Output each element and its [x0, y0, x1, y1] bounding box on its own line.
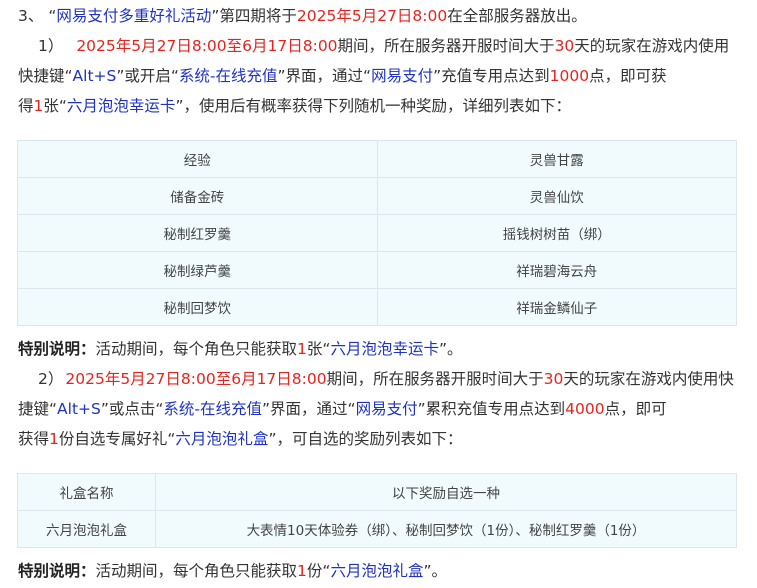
item-name: 六月泡泡幸运卡: [330, 340, 439, 358]
item-1-line-3: 得1张“六月泡泡幸运卡”，使用后有概率获得下列随机一种奖励，详细列表如下：: [18, 95, 571, 117]
table-cell: 摇钱树树苗（绑）: [376, 214, 737, 252]
reward-table: 经验 灵兽甘露 储备金砖 灵兽仙饮 秘制红罗羹 摇钱树树苗（绑） 秘制绿芦羹 祥…: [17, 140, 737, 326]
table-row: 秘制回梦饮 祥瑞金鳞仙子: [17, 288, 737, 326]
payment-name: 网易支付: [371, 67, 434, 85]
text-segment: ”，可自选的奖励列表如下：: [268, 430, 463, 448]
days-value: 30: [543, 370, 564, 388]
table-row: 六月泡泡礼盒 大表情10天体验券（绑）、秘制回梦饮（1份）、秘制红罗羹（1份）: [17, 510, 737, 548]
item-2-line-3: 获得1份自选专属好礼“六月泡泡礼盒”，可自选的奖励列表如下：: [18, 428, 462, 450]
count-value: 1: [297, 340, 307, 358]
table-header-cell: 礼盒名称: [17, 473, 156, 511]
special-note-1: 特别说明：活动期间，每个角色只能获取1张“六月泡泡幸运卡”。: [18, 338, 462, 360]
card-name: 六月泡泡幸运卡: [66, 97, 176, 115]
text-segment: 快捷键“: [18, 67, 73, 85]
text-segment: ”，使用后有概率获得下列随机一种奖励，详细列表如下：: [175, 97, 571, 115]
text-segment: 张“: [43, 97, 67, 115]
event-period: 2025年5月27日8:00至6月17日8:00: [65, 370, 327, 388]
table-cell: 祥瑞金鳞仙子: [376, 288, 737, 326]
event-date: 2025年5月27日8:00: [296, 7, 448, 25]
section-3-heading: 3、 “网易支付多重好礼活动”第四期将于2025年5月27日8:00在全部服务器…: [18, 5, 587, 27]
text-segment: ”或开启“: [116, 67, 179, 85]
table-header-row: 礼盒名称 以下奖励自选一种: [17, 473, 737, 511]
menu-name: 系统-在线充值: [178, 67, 278, 85]
table-cell: 灵兽甘露: [376, 140, 737, 178]
item-2-line-1: 2） 2025年5月27日8:00至6月17日8:00期间，所在服务器开服时间大于…: [38, 368, 734, 390]
text-segment: ”。: [438, 340, 463, 358]
text-segment: 捷键“: [18, 400, 58, 418]
hotkey: Alt+S: [72, 67, 117, 85]
item-2-line-2: 捷键“Alt+S”或点击“系统-在线充值”界面，通过“网易支付”累积充值专用点达…: [18, 398, 667, 420]
text-segment: 天的玩家在游戏内使用: [574, 37, 730, 55]
text-segment: 张“: [306, 340, 331, 358]
count-value: 1: [297, 562, 307, 580]
table-cell: 经验: [17, 140, 378, 178]
text-segment: 点，即可: [604, 400, 667, 418]
text-segment: ”充值专用点达到: [433, 67, 550, 85]
text-segment: 活动期间，每个角色只能获取: [95, 562, 298, 580]
points-value: 1000: [549, 67, 590, 85]
box-name: 六月泡泡礼盒: [175, 430, 269, 448]
count-value: 1: [49, 430, 59, 448]
gift-box-table: 礼盒名称 以下奖励自选一种 六月泡泡礼盒 大表情10天体验券（绑）、秘制回梦饮（…: [17, 473, 737, 548]
text-segment: 活动期间，每个角色只能获取: [95, 340, 298, 358]
event-name: 网易支付多重好礼活动: [56, 7, 212, 25]
payment-name: 网易支付: [355, 400, 418, 418]
item-1-line-2: 快捷键“Alt+S”或开启“系统-在线充值”界面，通过“网易支付”充值专用点达到…: [18, 65, 667, 87]
table-cell: 秘制红罗羹: [17, 214, 378, 252]
table-cell: 大表情10天体验券（绑）、秘制回梦饮（1份）、秘制红罗羹（1份）: [155, 510, 737, 548]
item-number: 1）: [38, 37, 64, 55]
text-segment: 份“: [306, 562, 331, 580]
count-value: 1: [33, 97, 44, 115]
text-segment: 天的玩家在游戏内使用快: [563, 370, 734, 388]
table-header-cell: 以下奖励自选一种: [155, 473, 737, 511]
menu-name: 系统-在线充值: [163, 400, 263, 418]
note-label: 特别说明：: [18, 340, 96, 358]
table-row: 秘制红罗羹 摇钱树树苗（绑）: [17, 214, 737, 252]
table-row: 秘制绿芦羹 祥瑞碧海云舟: [17, 251, 737, 289]
text-segment: ”累积充值专用点达到: [417, 400, 566, 418]
text-segment: 在全部服务器放出。: [447, 7, 587, 25]
announcement-page: 3、 “网易支付多重好礼活动”第四期将于2025年5月27日8:00在全部服务器…: [0, 0, 757, 588]
table-cell: 秘制绿芦羹: [17, 251, 378, 289]
text-segment: 期间，所在服务器开服时间大于: [337, 37, 555, 55]
item-number: 2）: [38, 370, 64, 388]
event-period: 2025年5月27日8:00至6月17日8:00: [76, 37, 338, 55]
text-segment: 第四期将于: [219, 7, 297, 25]
table-cell: 灵兽仙饮: [376, 177, 737, 215]
text-segment: ”界面，通过“: [262, 400, 356, 418]
note-label: 特别说明：: [18, 562, 96, 580]
item-1-line-1: 1） 2025年5月27日8:00至6月17日8:00期间，所在服务器开服时间大…: [38, 35, 729, 57]
text-segment: 份自选专属好礼“: [58, 430, 176, 448]
days-value: 30: [554, 37, 575, 55]
table-cell: 储备金砖: [17, 177, 378, 215]
points-value: 4000: [565, 400, 605, 418]
text-segment: 期间，所在服务器开服时间大于: [326, 370, 544, 388]
text-segment: 得: [18, 97, 34, 115]
table-cell: 六月泡泡礼盒: [17, 510, 156, 548]
text-segment: ”。: [423, 562, 447, 580]
item-name: 六月泡泡礼盒: [330, 562, 424, 580]
table-cell: 秘制回梦饮: [17, 288, 378, 326]
table-row: 经验 灵兽甘露: [17, 140, 737, 178]
hotkey: Alt+S: [57, 400, 101, 418]
special-note-2: 特别说明：活动期间，每个角色只能获取1份“六月泡泡礼盒”。: [18, 560, 447, 582]
table-cell: 祥瑞碧海云舟: [376, 251, 737, 289]
text-segment: ”或点击“: [100, 400, 164, 418]
text-segment: ”界面，通过“: [277, 67, 372, 85]
section-number: 3、: [18, 7, 44, 25]
text-segment: 获得: [18, 430, 50, 448]
text-segment: 点，即可获: [589, 67, 667, 85]
table-row: 储备金砖 灵兽仙饮: [17, 177, 737, 215]
